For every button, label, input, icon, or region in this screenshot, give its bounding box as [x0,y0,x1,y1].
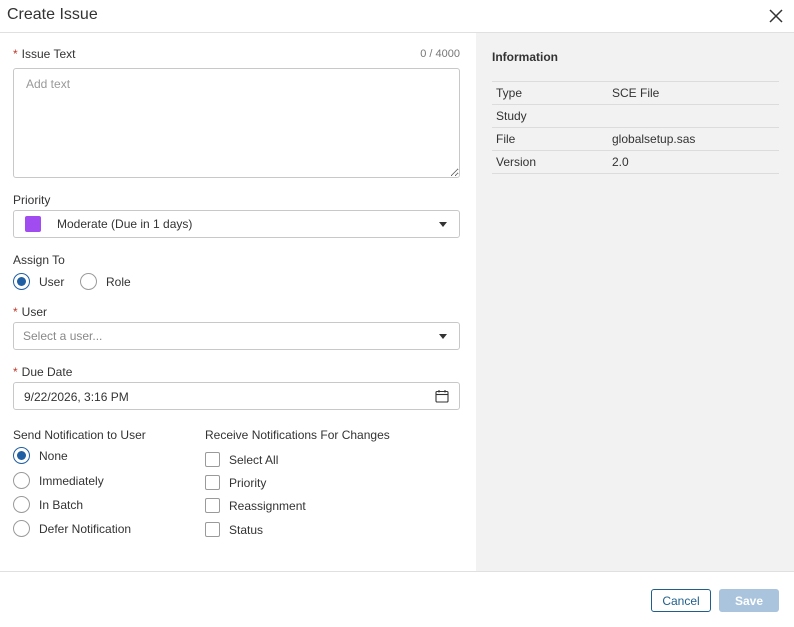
information-table: Type SCE File Study File globalsetup.sas… [492,81,779,174]
info-value: SCE File [612,86,660,100]
checkbox-label: Reassignment [229,498,306,513]
checkbox[interactable] [205,452,220,467]
receive-notifications-label: Receive Notifications For Changes [205,428,390,442]
radio-button[interactable] [13,273,30,290]
user-label: * User [13,305,47,319]
notify-immediately-radio[interactable]: Immediately [13,472,104,489]
radio-button[interactable] [13,472,30,489]
radio-label: In Batch [39,497,84,512]
dialog-header: Create Issue [0,0,794,33]
due-date-label: * Due Date [13,365,72,379]
radio-button[interactable] [80,273,97,290]
notify-defer-radio[interactable]: Defer Notification [13,520,131,537]
due-date-value: 9/22/2026, 3:16 PM [24,390,129,404]
user-label-text: User [21,305,48,319]
chevron-down-icon [439,222,447,227]
close-button[interactable] [766,6,786,26]
checkbox-label: Status [229,522,264,537]
radio-button[interactable] [13,496,30,513]
due-date-input[interactable]: 9/22/2026, 3:16 PM [13,382,460,410]
select-all-checkbox-row[interactable]: Select All [205,452,278,467]
info-key: Type [496,86,523,100]
required-mark: * [13,365,18,379]
checkbox[interactable] [205,475,220,490]
info-key: Study [496,109,527,123]
save-button[interactable]: Save [719,589,779,612]
table-row: Study [492,105,779,128]
priority-checkbox-row[interactable]: Priority [205,475,266,490]
checkbox[interactable] [205,498,220,513]
required-mark: * [13,305,18,319]
table-row: Type SCE File [492,82,779,105]
info-value: 2.0 [612,155,629,169]
priority-select[interactable]: Moderate (Due in 1 days) [13,210,460,238]
form-panel: *Issue Text 0 / 4000 Priority Moderate (… [0,33,476,571]
issue-text-label-text: Issue Text [21,47,76,61]
table-row: Version 2.0 [492,151,779,174]
assign-to-user-radio[interactable]: User [13,273,64,290]
dialog-footer: Cancel Save [0,571,794,627]
radio-button[interactable] [13,520,30,537]
close-icon [769,9,783,23]
priority-label: Priority [13,193,51,207]
reassignment-checkbox-row[interactable]: Reassignment [205,498,306,513]
info-value: globalsetup.sas [612,132,696,146]
radio-button[interactable] [13,447,30,464]
radio-label: Defer Notification [39,521,132,536]
chevron-down-icon [439,334,447,339]
checkbox[interactable] [205,522,220,537]
notify-in-batch-radio[interactable]: In Batch [13,496,83,513]
info-key: File [496,132,516,146]
assign-to-label: Assign To [13,253,65,267]
radio-label: Role [106,274,131,289]
radio-label: User [39,274,65,289]
information-panel: Information Type SCE File Study File glo… [476,33,794,571]
checkbox-label: Select All [229,452,279,467]
notify-none-radio[interactable]: None [13,447,68,464]
character-counter: 0 / 4000 [420,48,460,60]
calendar-icon[interactable] [435,389,449,403]
checkbox-label: Priority [229,475,267,490]
send-notification-label: Send Notification to User [13,428,146,442]
issue-text-label: * Issue Text [13,47,75,61]
user-select-placeholder: Select a user... [23,329,103,343]
dialog-title: Create Issue [7,6,98,23]
due-date-label-text: Due Date [21,365,73,379]
information-title: Information [492,50,558,64]
priority-color-swatch [25,216,41,232]
user-select[interactable]: Select a user... [13,322,460,350]
status-checkbox-row[interactable]: Status [205,522,263,537]
radio-label: Immediately [39,473,104,488]
assign-to-role-radio[interactable]: Role [80,273,131,290]
issue-text-input[interactable] [13,68,460,178]
table-row: File globalsetup.sas [492,128,779,151]
required-mark: * [13,47,18,61]
info-key: Version [496,155,537,169]
radio-label: None [39,448,68,463]
priority-value: Moderate (Due in 1 days) [57,217,193,231]
cancel-button[interactable]: Cancel [651,589,711,612]
